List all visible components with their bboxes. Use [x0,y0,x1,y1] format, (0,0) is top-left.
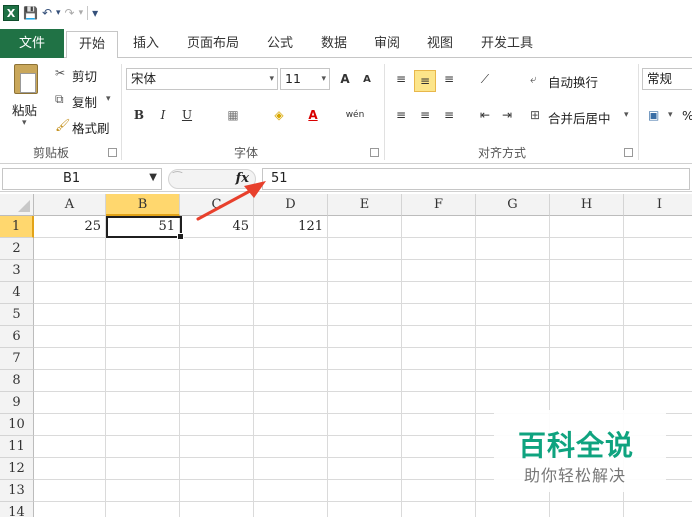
watermark: 百科全说 助你轻松解决 [494,410,666,492]
arrow-head [244,181,266,198]
watermark-title: 百科全说 [518,429,635,462]
arrow-shaft [196,189,252,221]
watermark-subtitle: 助你轻松解决 [524,466,627,485]
